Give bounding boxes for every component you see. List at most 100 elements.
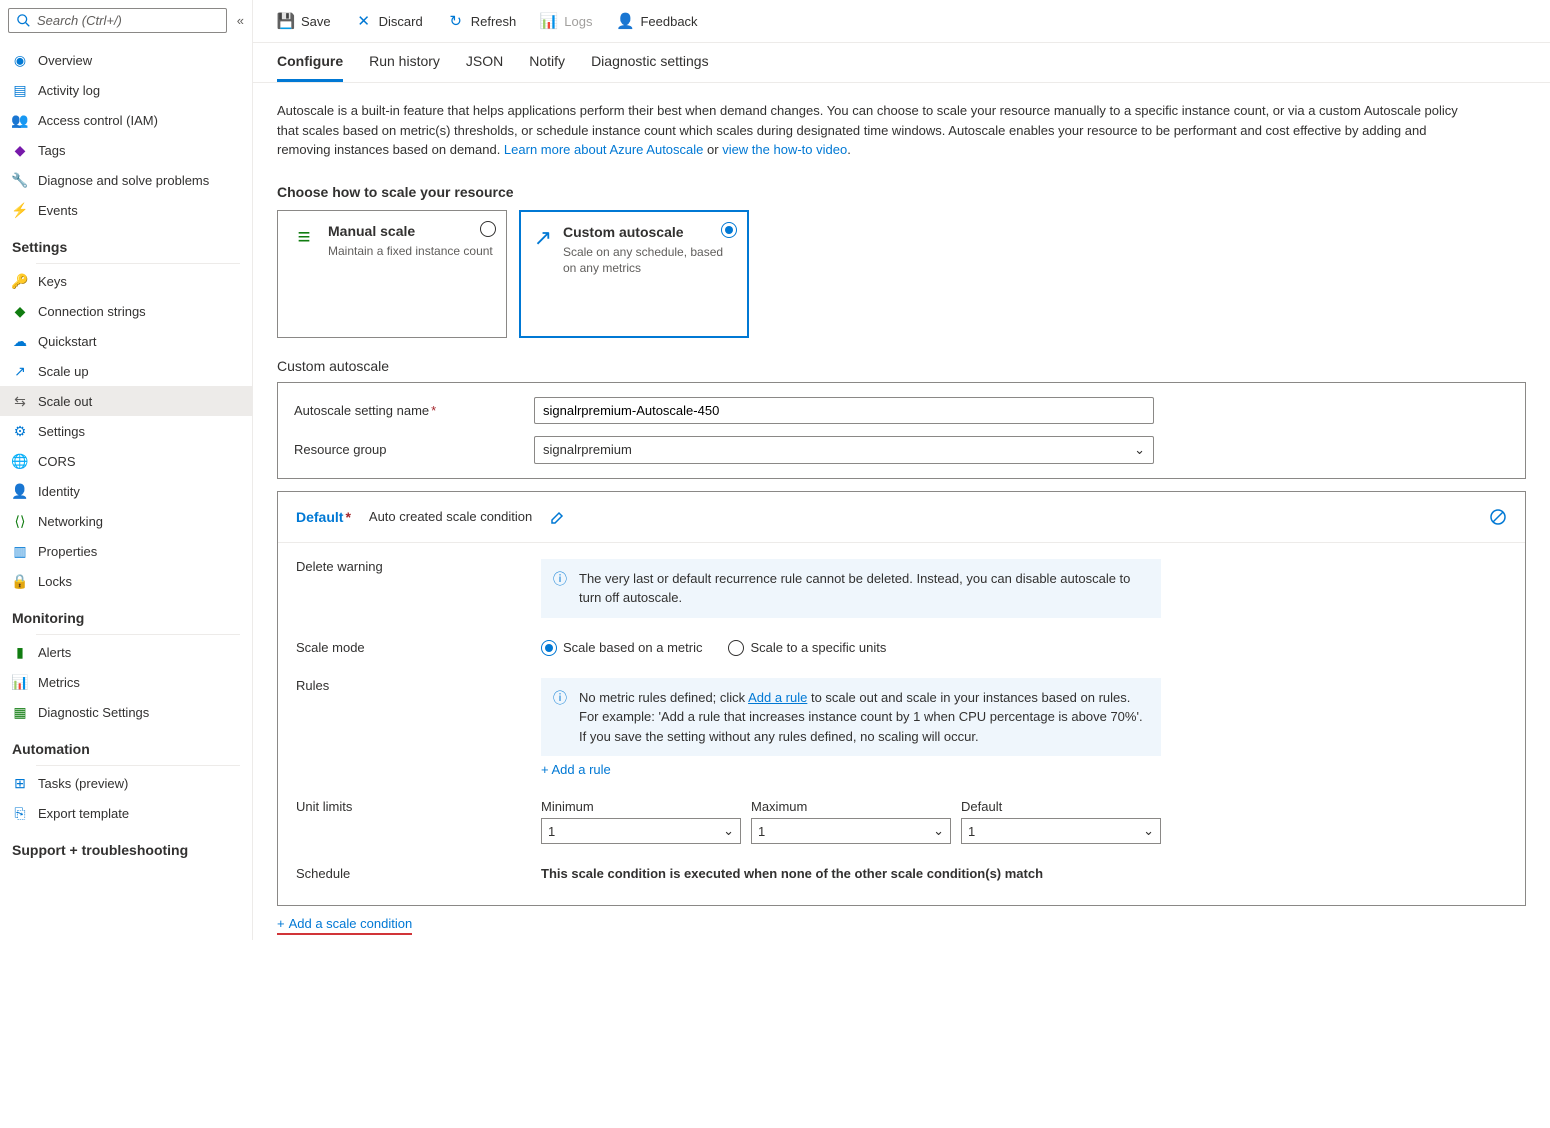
edit-icon[interactable] <box>550 509 566 525</box>
feedback-button[interactable]: 👤Feedback <box>616 12 697 30</box>
min-input[interactable]: 1⌄ <box>541 818 741 844</box>
label: Delete warning <box>296 559 541 618</box>
nav-iam[interactable]: 👥Access control (IAM) <box>0 105 252 135</box>
radio-icon <box>480 221 496 237</box>
main-content: 💾Save ✕Discard ↻Refresh 📊Logs 👤Feedback … <box>253 0 1550 940</box>
activity-log-icon: ▤ <box>12 82 28 98</box>
chevron-down-icon: ⌄ <box>933 823 944 839</box>
card-manual-scale[interactable]: ≡ Manual scale Maintain a fixed instance… <box>277 210 507 338</box>
divider <box>36 263 240 264</box>
nav-locks[interactable]: 🔒Locks <box>0 566 252 596</box>
nav-cors[interactable]: 🌐CORS <box>0 446 252 476</box>
tab-run-history[interactable]: Run history <box>369 53 440 82</box>
nav-settings[interactable]: ⚙Settings <box>0 416 252 446</box>
nav-export-template[interactable]: ⎘Export template <box>0 798 252 828</box>
custom-autoscale-icon: ↗ <box>533 224 553 252</box>
nav-keys[interactable]: 🔑Keys <box>0 266 252 296</box>
nav-events[interactable]: ⚡Events <box>0 195 252 225</box>
nav-tasks[interactable]: ⊞Tasks (preview) <box>0 768 252 798</box>
nav-scale-out[interactable]: ⇆Scale out <box>0 386 252 416</box>
info-box: ⓘ No metric rules defined; click Add a r… <box>541 678 1161 757</box>
resource-group-select[interactable]: signalrpremium ⌄ <box>534 436 1154 464</box>
tab-json[interactable]: JSON <box>466 53 503 82</box>
tab-configure[interactable]: Configure <box>277 53 343 82</box>
search-input[interactable]: Search (Ctrl+/) <box>8 8 227 33</box>
label: Autoscale setting name* <box>294 403 534 418</box>
nav-diagnose[interactable]: 🔧Diagnose and solve problems <box>0 165 252 195</box>
nav-tags[interactable]: ◆Tags <box>0 135 252 165</box>
block-icon[interactable] <box>1489 508 1507 526</box>
collapse-sidebar-icon[interactable]: « <box>237 13 244 28</box>
card-title: Manual scale <box>328 223 493 239</box>
nav-activity-log[interactable]: ▤Activity log <box>0 75 252 105</box>
scale-out-icon: ⇆ <box>12 393 28 409</box>
discard-button[interactable]: ✕Discard <box>355 12 423 30</box>
row-scale-mode: Scale mode Scale based on a metric Scale… <box>296 640 1507 656</box>
export-icon: ⎘ <box>12 805 28 821</box>
properties-icon: ▥ <box>12 543 28 559</box>
info-icon: ⓘ <box>553 688 569 747</box>
nav-connection-strings[interactable]: ◆Connection strings <box>0 296 252 326</box>
nav-metrics[interactable]: 📊Metrics <box>0 667 252 697</box>
divider <box>36 634 240 635</box>
max-label: Maximum <box>751 799 951 814</box>
nav-alerts[interactable]: ▮Alerts <box>0 637 252 667</box>
people-icon: 👥 <box>12 112 28 128</box>
nav-identity[interactable]: 👤Identity <box>0 476 252 506</box>
info-icon: ⓘ <box>553 569 569 608</box>
autoscale-form: Autoscale setting name* Resource group s… <box>277 382 1526 479</box>
def-input[interactable]: 1⌄ <box>961 818 1161 844</box>
logs-icon: 📊 <box>540 12 558 30</box>
label: Rules <box>296 678 541 778</box>
condition-body: Delete warning ⓘ The very last or defaul… <box>278 543 1525 906</box>
nav-networking[interactable]: ⟨⟩Networking <box>0 506 252 536</box>
row-unit-limits: Unit limits Minimum 1⌄ Maximum 1⌄ Defaul… <box>296 799 1507 844</box>
identity-icon: 👤 <box>12 483 28 499</box>
connection-icon: ◆ <box>12 303 28 319</box>
search-icon <box>17 14 31 28</box>
card-title: Custom autoscale <box>563 224 735 240</box>
metrics-icon: 📊 <box>12 674 28 690</box>
radio-icon <box>721 222 737 238</box>
condition-sub: Auto created scale condition <box>369 509 532 524</box>
nav-scale-up[interactable]: ↗Scale up <box>0 356 252 386</box>
sidebar-scroll[interactable]: ◉Overview ▤Activity log 👥Access control … <box>0 45 252 940</box>
max-input[interactable]: 1⌄ <box>751 818 951 844</box>
tasks-icon: ⊞ <box>12 775 28 791</box>
card-custom-autoscale[interactable]: ↗ Custom autoscale Scale on any schedule… <box>519 210 749 338</box>
section-automation: Automation <box>0 727 252 763</box>
tab-diagnostic[interactable]: Diagnostic settings <box>591 53 709 82</box>
howto-video-link[interactable]: view the how-to video <box>722 142 847 157</box>
min-label: Minimum <box>541 799 741 814</box>
radio-icon <box>541 640 557 656</box>
row-rules: Rules ⓘ No metric rules defined; click A… <box>296 678 1507 778</box>
network-icon: ⟨⟩ <box>12 513 28 529</box>
label: Unit limits <box>296 799 541 844</box>
section-support: Support + troubleshooting <box>0 828 252 864</box>
nav-diag-settings[interactable]: ▦Diagnostic Settings <box>0 697 252 727</box>
description: Autoscale is a built-in feature that hel… <box>253 83 1550 160</box>
chevron-down-icon: ⌄ <box>1143 823 1154 839</box>
tab-notify[interactable]: Notify <box>529 53 565 82</box>
scale-mode-cards: ≡ Manual scale Maintain a fixed instance… <box>253 210 1550 338</box>
logs-button: 📊Logs <box>540 12 592 30</box>
chevron-down-icon: ⌄ <box>723 823 734 839</box>
lock-icon: 🔒 <box>12 573 28 589</box>
autoscale-name-input[interactable] <box>534 397 1154 424</box>
radio-scale-metric[interactable]: Scale based on a metric <box>541 640 702 656</box>
schedule-text: This scale condition is executed when no… <box>541 866 1161 881</box>
save-button[interactable]: 💾Save <box>277 12 331 30</box>
add-scale-condition-link[interactable]: + Add a scale condition <box>277 916 412 935</box>
nav-properties[interactable]: ▥Properties <box>0 536 252 566</box>
radio-icon <box>728 640 744 656</box>
key-icon: 🔑 <box>12 273 28 289</box>
add-rule-link-inline[interactable]: Add a rule <box>748 690 807 705</box>
nav-overview[interactable]: ◉Overview <box>0 45 252 75</box>
radio-scale-units[interactable]: Scale to a specific units <box>728 640 886 656</box>
nav-quickstart[interactable]: ☁Quickstart <box>0 326 252 356</box>
add-rule-link[interactable]: + Add a rule <box>541 762 611 777</box>
refresh-button[interactable]: ↻Refresh <box>447 12 517 30</box>
learn-more-link[interactable]: Learn more about Azure Autoscale <box>504 142 703 157</box>
toolbar: 💾Save ✕Discard ↻Refresh 📊Logs 👤Feedback <box>253 0 1550 43</box>
def-label: Default <box>961 799 1161 814</box>
